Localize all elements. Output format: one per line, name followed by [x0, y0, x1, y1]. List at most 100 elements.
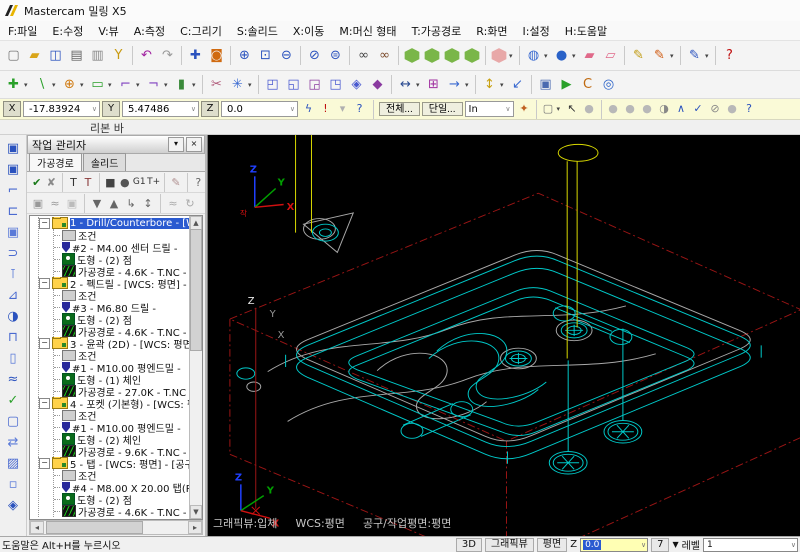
toolpath-helix-bore-icon[interactable]: ⊓	[3, 328, 23, 348]
level-drop-icon[interactable]: ∨	[791, 541, 797, 549]
gview-button[interactable]: 그래픽뷰	[484, 537, 534, 552]
set-attributes-icon[interactable]: ✎	[684, 46, 705, 65]
vertical-scroll-thumb[interactable]	[190, 229, 202, 351]
zoom-target-icon[interactable]: ⊘	[304, 46, 325, 65]
gview-top-icon[interactable]	[404, 48, 420, 63]
delete-entities-icon[interactable]: ▰	[579, 46, 600, 65]
attributes-multi-icon-drop[interactable]: ▾	[670, 52, 677, 60]
toolpath-circle-mill-icon[interactable]: ◑	[3, 307, 23, 327]
menu-s[interactable]: S:솔리드	[237, 23, 278, 39]
operation-tool-row[interactable]: #4 - M8.00 X 20.00 탭(RH	[54, 481, 189, 493]
gview-isometric-icon[interactable]	[464, 48, 480, 63]
operation-toolpath-row[interactable]: 가공경로 - 9.6K - T.NC -	[54, 445, 189, 457]
break-icon-drop[interactable]: ▾	[248, 81, 255, 89]
control-definition-icon[interactable]: ▶	[556, 75, 577, 94]
create-polyline-icon[interactable]: ¬	[143, 75, 164, 94]
open-file-icon[interactable]: ▰	[24, 46, 45, 65]
scroll-right-icon[interactable]: ▸	[188, 521, 202, 534]
toolpath-transform-icon[interactable]: ▢	[3, 412, 23, 432]
verify-icon[interactable]: ◎	[598, 75, 619, 94]
z-coordinate-input[interactable]	[225, 102, 285, 116]
z-coordinate-drop-icon[interactable]: ∨	[290, 105, 297, 113]
window-selection-icon[interactable]: ▢	[540, 101, 557, 117]
xform-rect-array-icon[interactable]: ⊞	[423, 75, 444, 94]
menu-m[interactable]: M:머신 형태	[339, 23, 396, 39]
toolpath-thread-mill-icon[interactable]: ⊺	[3, 265, 23, 285]
menu-x[interactable]: X:이동	[293, 23, 324, 39]
zoom-out-icon[interactable]: ⊖	[276, 46, 297, 65]
break-icon[interactable]: ✳	[227, 75, 248, 94]
expander-icon[interactable]: −	[39, 337, 50, 349]
toolpath-slot-mill-icon[interactable]: ⊃	[3, 244, 23, 264]
undelete-icon[interactable]: ▱	[600, 46, 621, 65]
select-expand-icon[interactable]: ∧	[673, 101, 690, 117]
operation-row[interactable]: − 3 - 윤곽 (2D) - [WCS: 평면] -	[39, 337, 189, 349]
panel-minimize-button[interactable]: ▾	[168, 137, 184, 152]
toolpath-face-icon[interactable]: ▣	[3, 139, 23, 159]
operation-params-row[interactable]: 조건	[54, 349, 189, 361]
create-polyline-icon-drop[interactable]: ▾	[164, 81, 171, 89]
view-3d-button[interactable]: 3D	[455, 537, 482, 552]
regen-all-dirty-icon[interactable]: T	[81, 175, 94, 190]
planes-icon[interactable]	[491, 48, 507, 63]
expander-icon[interactable]: −	[39, 457, 50, 469]
create-arc-icon-drop[interactable]: ▾	[80, 81, 87, 89]
undo-icon[interactable]: ↶	[136, 46, 157, 65]
only-display-selected-icon[interactable]: ≈	[165, 196, 181, 211]
select-quick-mask-icon[interactable]: ◑	[656, 101, 673, 117]
gview-side-icon[interactable]	[444, 48, 460, 63]
create-fillet-icon-drop[interactable]: ▾	[136, 81, 143, 89]
operation-geometry-row[interactable]: 도형 - (2) 점	[54, 493, 189, 505]
fastpoint-icon[interactable]: ϟ	[300, 101, 317, 117]
trim-break-icon[interactable]: ✂	[206, 75, 227, 94]
regen-all-selected-icon[interactable]: T	[67, 175, 80, 190]
z-depth-icon[interactable]: ↙	[507, 75, 528, 94]
toolpath-point-icon[interactable]: ▯	[3, 349, 23, 369]
fit-screen-icon[interactable]: ◙	[206, 46, 227, 65]
select-single-button[interactable]: 단일...	[421, 102, 463, 116]
menu-i[interactable]: I:설정	[523, 23, 550, 39]
operation-geometry-row[interactable]: 도형 - (2) 체인	[54, 433, 189, 445]
expander-icon[interactable]: −	[39, 397, 50, 409]
xform-copy-icon[interactable]: ◱	[283, 75, 304, 94]
plane-button[interactable]: 평면	[536, 537, 568, 552]
highfeed-icon[interactable]: T+	[147, 175, 160, 190]
menu-v[interactable]: V:뷰	[98, 23, 118, 39]
move-insert-up-icon[interactable]: ▲	[106, 196, 122, 211]
create-primitives-icon[interactable]: ▮	[171, 75, 192, 94]
panel-help-icon[interactable]: ?	[192, 175, 205, 190]
select-group-icon[interactable]: ●	[605, 101, 622, 117]
x-coordinate-drop-icon[interactable]: ∨	[92, 105, 99, 113]
expander-icon[interactable]: −	[39, 277, 50, 289]
create-fillet-icon[interactable]: ⌐	[115, 75, 136, 94]
autocursor-disabled-icon[interactable]: ▾	[334, 101, 351, 117]
scroll-left-icon[interactable]: ◂	[30, 521, 44, 534]
operation-toolpath-row[interactable]: 가공경로 - 4.6K - T.NC -	[54, 265, 189, 277]
attributes-multi-icon[interactable]: ✎	[649, 46, 670, 65]
gview-front-icon[interactable]	[424, 48, 440, 63]
xform-dynamic-icon[interactable]: ◆	[367, 75, 388, 94]
toolpath-exchange-icon[interactable]: ⇄	[3, 433, 23, 453]
xform-project-icon[interactable]: ◈	[346, 75, 367, 94]
create-point-icon[interactable]: ✚	[3, 75, 24, 94]
attributes-pencil-icon[interactable]: ✎	[628, 46, 649, 65]
lock-posting-icon[interactable]: ▣	[64, 196, 80, 211]
zoom-window-icon[interactable]: ⊡	[255, 46, 276, 65]
z-depth-drop-icon[interactable]: ∨	[641, 541, 647, 549]
gview-select-icon-drop[interactable]: ▾	[544, 52, 551, 60]
toolpath-contour-icon[interactable]: ▣	[3, 160, 23, 180]
operation-tool-row[interactable]: #1 - M10.00 평엔드밀 -	[54, 421, 189, 433]
tab-solids[interactable]: 솔리드	[82, 153, 127, 171]
operation-row[interactable]: − 2 - 펙드릴 - [WCS: 평면] - [공	[39, 277, 189, 289]
xform-result-icon-drop[interactable]: ▾	[465, 81, 472, 89]
unit-select[interactable]: In ∨	[464, 101, 514, 117]
unselect-all-operations-icon[interactable]: ✘	[44, 175, 57, 190]
level-manager-icon[interactable]: ↕	[479, 75, 500, 94]
menu-r[interactable]: R:화면	[476, 23, 507, 39]
menu-a[interactable]: A:측정	[134, 23, 165, 39]
attribute-drop-icon[interactable]: ▼	[672, 540, 678, 549]
operation-geometry-row[interactable]: 도형 - (2) 점	[54, 253, 189, 265]
planes-icon-drop[interactable]: ▾	[509, 52, 516, 60]
window-selection-icon-drop[interactable]: ▾	[557, 105, 564, 113]
print-preview-icon[interactable]: ▥	[87, 46, 108, 65]
